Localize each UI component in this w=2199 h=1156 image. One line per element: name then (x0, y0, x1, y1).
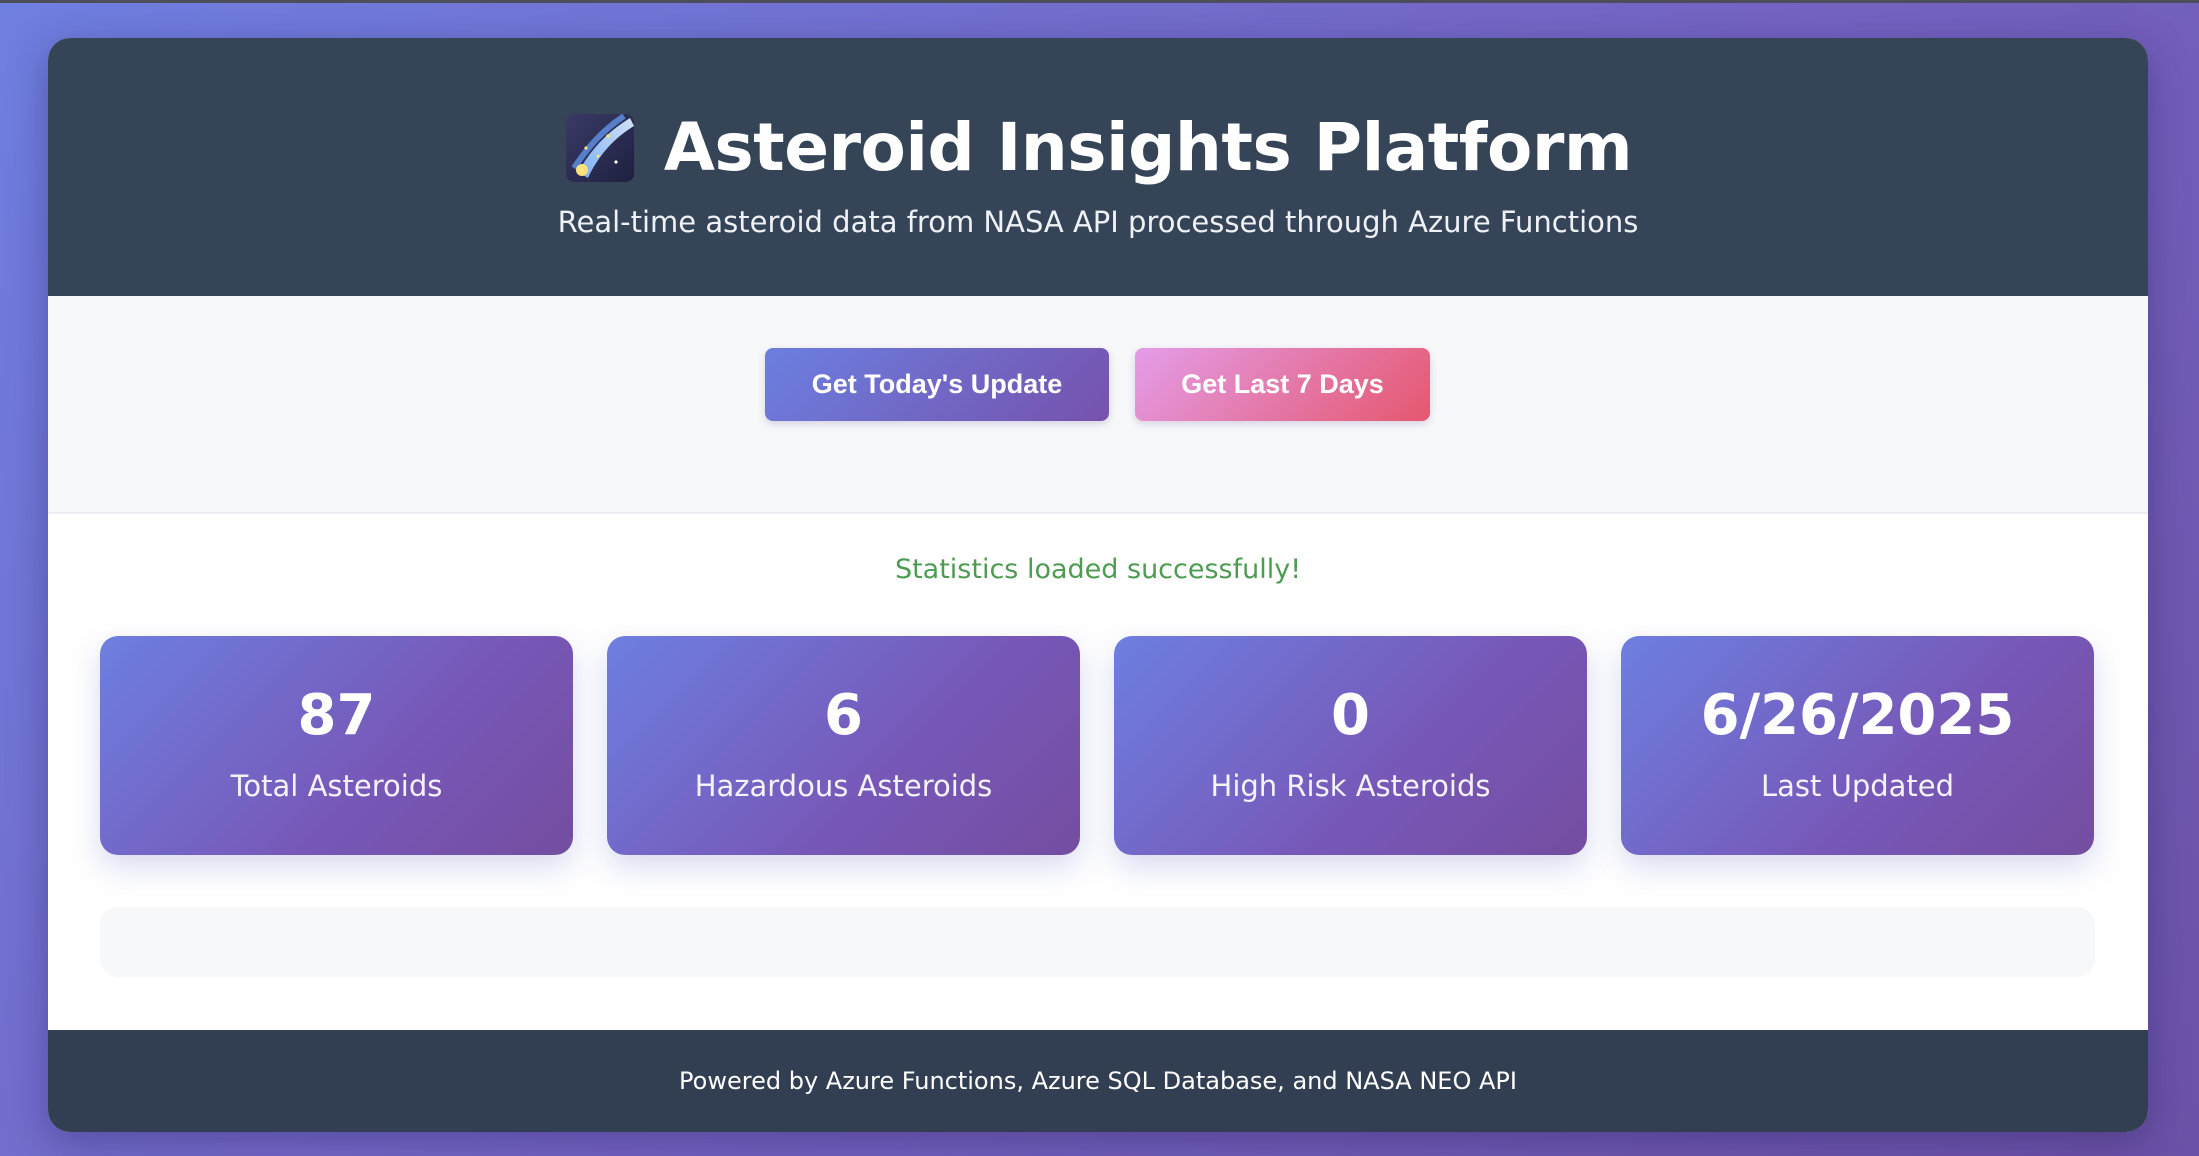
stat-label: Last Updated (1760, 769, 1955, 803)
stat-value: 6/26/2025 (1700, 683, 2015, 748)
stat-label: Hazardous Asteroids (694, 769, 993, 803)
stat-card-total-asteroids: 87 Total Asteroids (100, 636, 573, 855)
stat-value: 0 (1331, 683, 1370, 748)
stat-label: Total Asteroids (230, 769, 443, 803)
results-panel (100, 907, 2095, 977)
stat-card-high-risk-asteroids: 0 High Risk Asteroids (1114, 636, 1587, 855)
comet-icon (564, 112, 636, 184)
window-top-border (0, 0, 2199, 3)
app-container: Asteroid Insights Platform Real-time ast… (48, 38, 2148, 1132)
page-subtitle: Real-time asteroid data from NASA API pr… (557, 205, 1639, 239)
page-footer: Powered by Azure Functions, Azure SQL Da… (48, 1030, 2148, 1132)
stat-value: 87 (297, 683, 376, 748)
get-last-7-days-button[interactable]: Get Last 7 Days (1135, 348, 1430, 421)
controls-bar: Get Today's Update Get Last 7 Days (48, 296, 2148, 514)
page-header: Asteroid Insights Platform Real-time ast… (48, 38, 2148, 296)
get-today-update-button[interactable]: Get Today's Update (765, 348, 1109, 421)
status-message: Statistics loaded successfully! (894, 554, 1302, 585)
stat-card-hazardous-asteroids: 6 Hazardous Asteroids (607, 636, 1080, 855)
stat-card-last-updated: 6/26/2025 Last Updated (1621, 636, 2094, 855)
title-row: Asteroid Insights Platform (48, 100, 2148, 196)
stat-value: 6 (824, 683, 863, 748)
page-title: Asteroid Insights Platform (663, 109, 1633, 186)
stat-label: High Risk Asteroids (1210, 769, 1491, 803)
